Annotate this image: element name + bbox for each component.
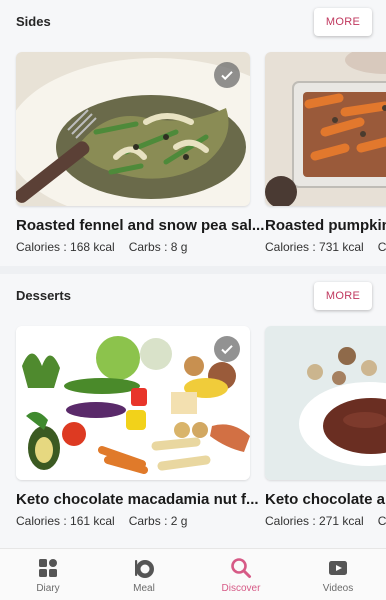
desserts-section: Desserts MORE Keto chocolate macadamia n… [0, 274, 386, 548]
nav-label: Videos [322, 583, 354, 594]
play-icon [329, 561, 347, 575]
bottom-navigation: Diary Meal Discover Videos [0, 548, 386, 600]
recipe-image [16, 326, 250, 480]
calories-label: Calories : 168 kcal [16, 240, 115, 254]
carbs-label: Carbs : 8 g [128, 240, 188, 254]
carbs-label: Ca [377, 514, 386, 528]
recipe-nutrition: Calories : 168 kcal Carbs : 8 g [16, 240, 187, 254]
plate-icon [135, 560, 154, 578]
more-button[interactable]: MORE [314, 282, 372, 310]
recipe-title: Keto chocolate macadamia nut f... [16, 491, 259, 508]
calories-label: Calories : 271 kcal [265, 514, 364, 528]
nav-label: Diary [36, 583, 60, 594]
grid-icon [39, 559, 57, 577]
nav-item-diary[interactable]: Diary [0, 549, 96, 600]
sides-section: Sides MORE Roasted fennel and snow pea s… [0, 0, 386, 266]
section-title: Desserts [16, 288, 71, 303]
recipe-image [16, 52, 250, 206]
nav-item-videos[interactable]: Videos [290, 549, 386, 600]
more-button[interactable]: MORE [314, 8, 372, 36]
nav-item-meal[interactable]: Meal [96, 549, 192, 600]
recipe-image [265, 326, 386, 480]
search-icon [231, 558, 251, 578]
section-title: Sides [16, 14, 51, 29]
recipe-title: Roasted pumpkin [265, 217, 386, 234]
nav-label: Meal [133, 583, 155, 594]
recipe-nutrition: Calories : 271 kcal Ca [265, 514, 386, 528]
check-icon[interactable] [214, 336, 240, 362]
nav-label: Discover [221, 583, 261, 594]
section-header: Sides MORE [0, 0, 386, 46]
carbs-label: Carbs : 2 g [128, 514, 188, 528]
nav-item-discover[interactable]: Discover [193, 549, 289, 600]
recipe-nutrition: Calories : 161 kcal Carbs : 2 g [16, 514, 187, 528]
check-icon[interactable] [214, 62, 240, 88]
recipe-title: Keto chocolate an [265, 491, 386, 508]
recipe-title: Roasted fennel and snow pea sal... [16, 217, 265, 234]
recipe-image [265, 52, 386, 206]
calories-label: Calories : 161 kcal [16, 514, 115, 528]
section-divider [0, 266, 386, 274]
carbs-label: Ca [377, 240, 386, 254]
section-header: Desserts MORE [0, 274, 386, 320]
recipe-nutrition: Calories : 731 kcal Ca [265, 240, 386, 254]
calories-label: Calories : 731 kcal [265, 240, 364, 254]
